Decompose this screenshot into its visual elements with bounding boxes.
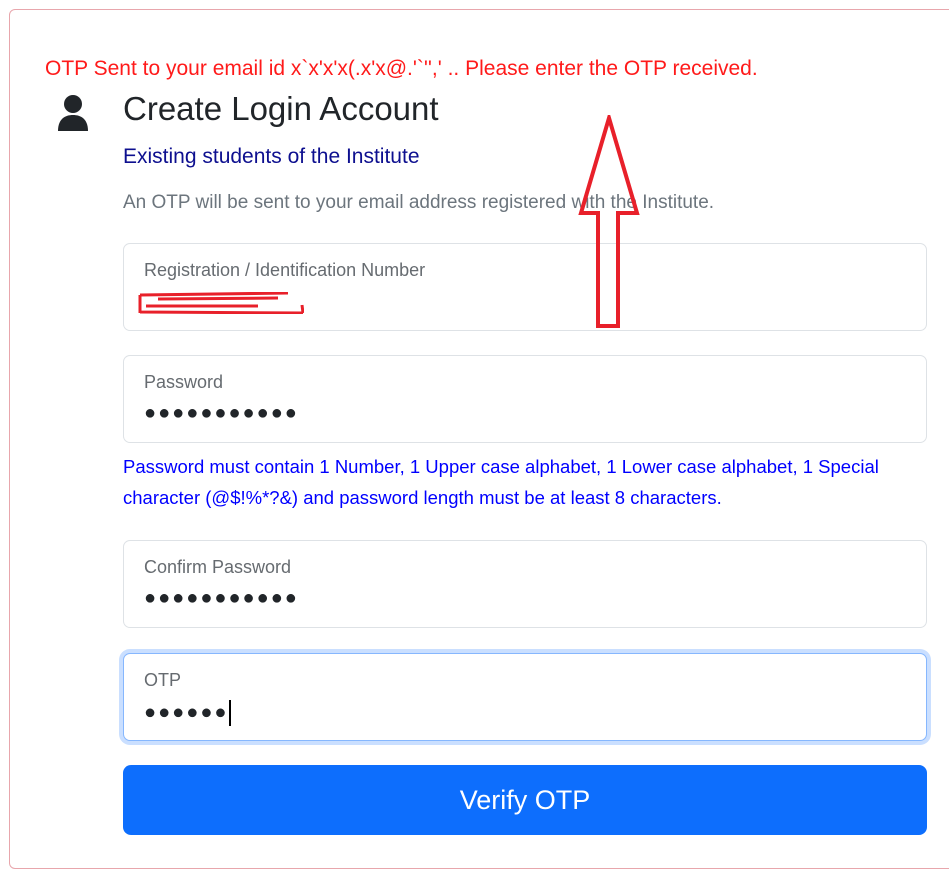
password-rules-help: Password must contain 1 Number, 1 Upper … xyxy=(123,456,879,509)
otp-value: ●●●●●● xyxy=(144,701,229,724)
page-title: Create Login Account xyxy=(123,90,439,127)
text-caret xyxy=(229,700,232,726)
otp-sent-alert: OTP Sent to your email id x`x'x'x(.x'x@.… xyxy=(45,57,758,80)
confirm-password-field[interactable]: Confirm Password ●●●●●●●●●●● xyxy=(123,540,927,628)
page-subtitle: Existing students of the Institute xyxy=(123,145,420,168)
password-value: ●●●●●●●●●●● xyxy=(144,402,299,424)
confirm-password-value: ●●●●●●●●●●● xyxy=(144,587,299,609)
otp-value-line: ●●●●●● xyxy=(144,700,232,726)
password-field[interactable]: Password ●●●●●●●●●●● xyxy=(123,355,927,443)
otp-info-note: An OTP will be sent to your email addres… xyxy=(123,192,715,213)
user-icon xyxy=(58,95,88,131)
registration-number-label: Registration / Identification Number xyxy=(144,260,426,280)
password-label: Password xyxy=(144,372,224,392)
redaction-mark xyxy=(138,292,304,314)
confirm-password-label: Confirm Password xyxy=(144,557,292,577)
verify-otp-button[interactable]: Verify OTP xyxy=(123,765,927,835)
otp-label: OTP xyxy=(144,670,182,690)
otp-field[interactable]: OTP ●●●●●● xyxy=(123,653,927,741)
registration-number-field[interactable]: Registration / Identification Number xyxy=(123,243,927,331)
